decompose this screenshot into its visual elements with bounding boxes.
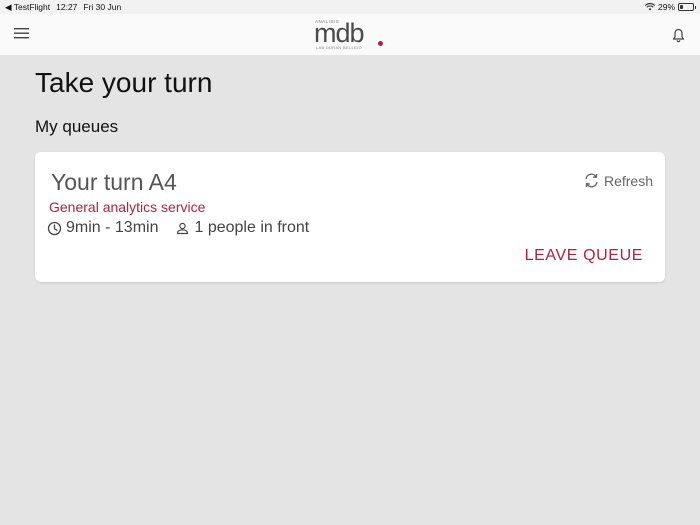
notifications-button[interactable]	[672, 28, 686, 44]
logo-dot	[378, 41, 383, 46]
refresh-icon	[585, 173, 598, 188]
section-title: My queues	[35, 117, 119, 136]
wait-time: 9min - 13min	[47, 219, 158, 237]
page-title: Take your turn	[35, 67, 213, 98]
leave-queue-button[interactable]: LEAVE QUEUE	[525, 247, 643, 265]
menu-icon	[14, 28, 29, 39]
turn-label: Your turn A4	[51, 169, 177, 195]
status-date: Fri 30 Jun	[83, 2, 122, 12]
app-header: ANALISIS mdb LAB DURÁN BELLIDO	[0, 14, 700, 55]
brand-logo: ANALISIS mdb LAB DURÁN BELLIDO	[314, 18, 387, 51]
wait-time-value: 9min - 13min	[66, 219, 159, 236]
service-name: General analytics service	[49, 199, 206, 215]
queue-card: Your turn A4 Refresh General analytics s…	[35, 152, 665, 282]
battery-icon	[678, 3, 696, 11]
menu-button[interactable]	[14, 27, 32, 42]
status-bar-right: 29%	[644, 2, 696, 12]
refresh-button[interactable]: Refresh	[583, 172, 653, 189]
status-bar-left: ◀ TestFlight 12:27 Fri 30 Jun	[5, 2, 127, 13]
wifi-icon	[644, 3, 655, 11]
battery-level	[680, 5, 684, 9]
back-to-app-link[interactable]: ◀ TestFlight	[5, 2, 50, 13]
logo-main-text: mdb	[314, 18, 365, 48]
person-icon	[177, 222, 189, 234]
bell-icon	[672, 28, 685, 43]
battery-percentage: 29%	[657, 2, 675, 12]
status-time: 12:27	[56, 2, 78, 12]
refresh-label: Refresh	[603, 172, 653, 189]
clock-icon	[47, 221, 62, 235]
status-bar: ◀ TestFlight 12:27 Fri 30 Jun 29%	[0, 0, 700, 14]
people-in-front: 1 people in front	[175, 219, 309, 237]
people-in-front-value: 1 people in front	[194, 219, 310, 236]
queue-meta: 9min - 13min 1 people in front	[47, 219, 309, 237]
logo-sub-text: LAB DURÁN BELLIDO	[316, 45, 363, 50]
